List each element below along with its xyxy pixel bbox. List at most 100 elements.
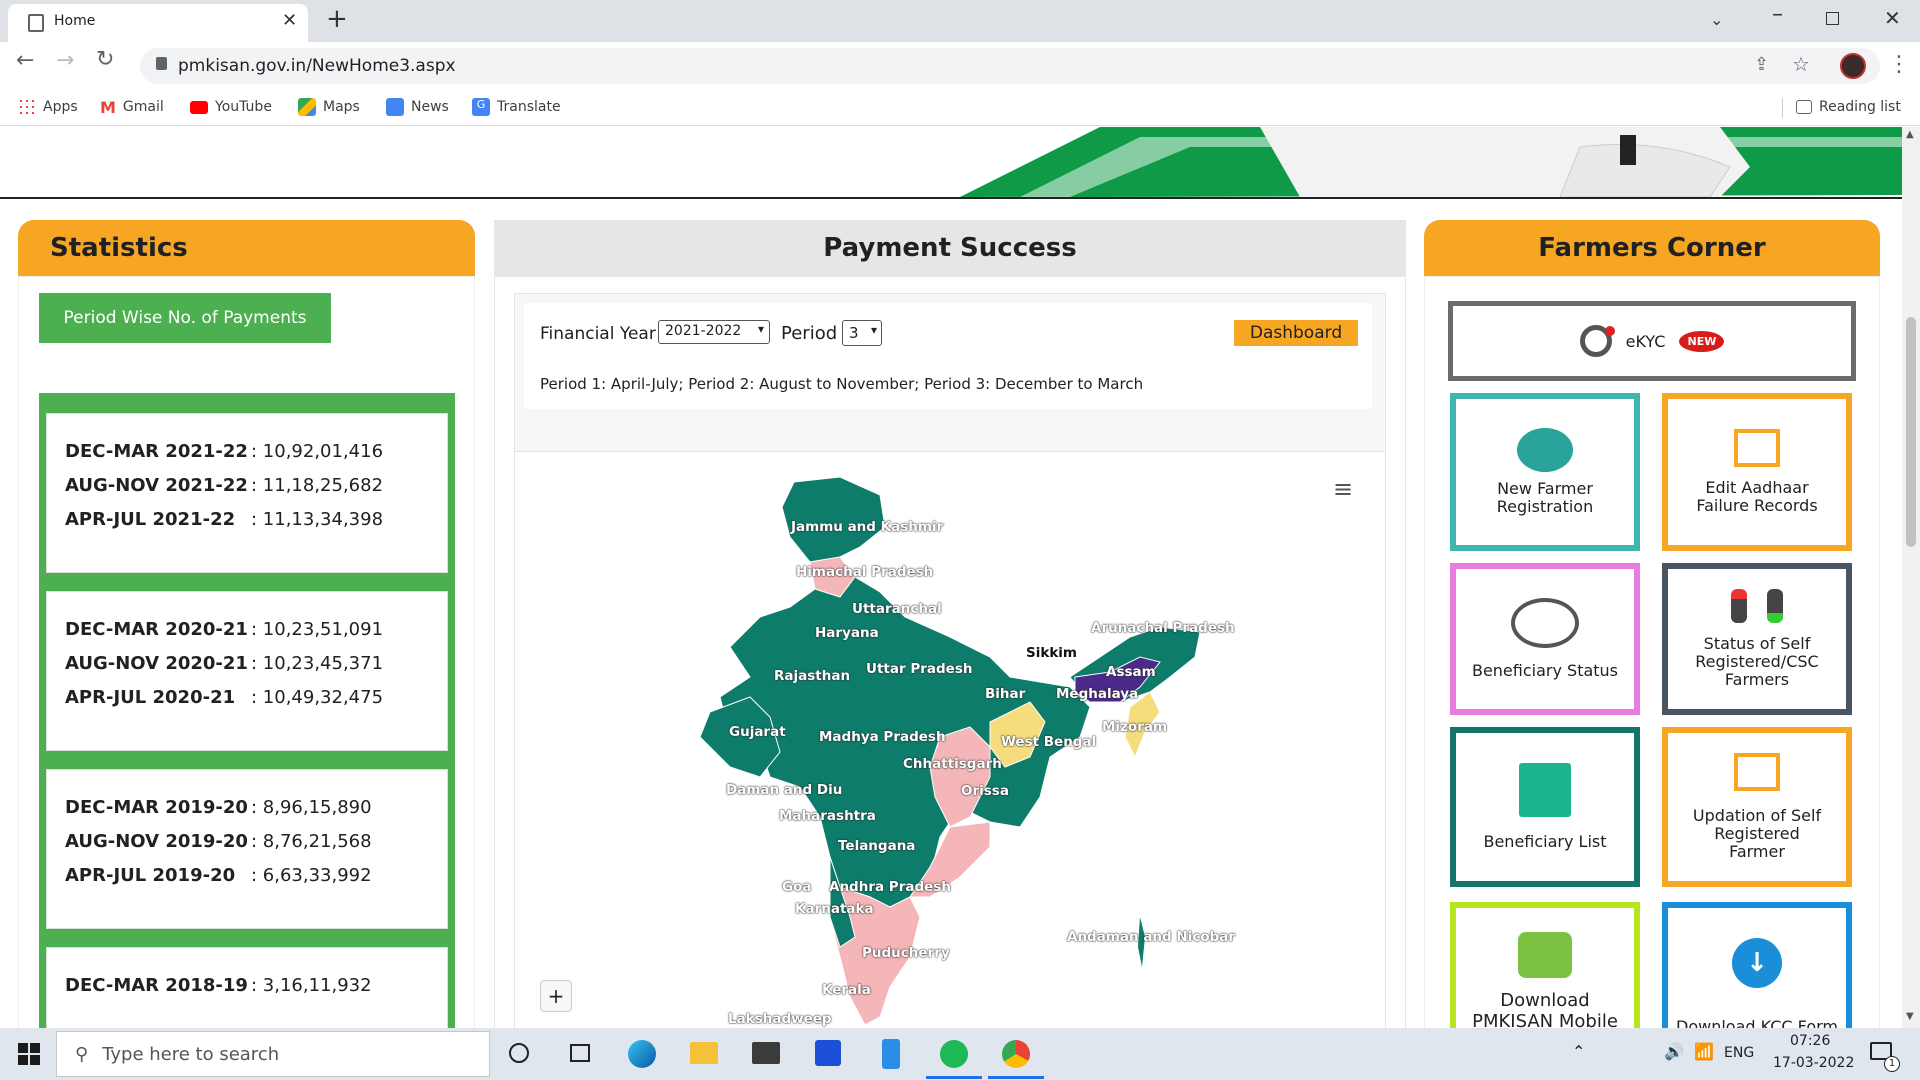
bookmark-translate[interactable]: G Translate [472, 96, 561, 118]
payment-title: Payment Success [823, 233, 1077, 263]
state-label: Kerala [822, 982, 871, 998]
status-self-registered-label: Status of Self Registered/CSC Farmers [1695, 634, 1819, 689]
tab-home[interactable]: Home ✕ [8, 4, 308, 42]
page-scrollbar[interactable]: ▲ ▼ [1902, 127, 1920, 1028]
app-icon[interactable] [815, 1040, 841, 1066]
taskbar-search[interactable]: ⚲ Type here to search [56, 1031, 490, 1077]
close-window-icon[interactable]: ✕ [1884, 6, 1901, 30]
statistics-title: Statistics [50, 233, 188, 263]
windows-start-icon[interactable] [18, 1043, 40, 1065]
state-label: Karnataka [795, 901, 874, 917]
gmail-icon: M [100, 97, 116, 117]
url-text[interactable]: pmkisan.gov.in/NewHome3.aspx [178, 56, 456, 76]
beneficiary-list[interactable]: Beneficiary List [1450, 727, 1640, 887]
stat-value: : 10,23,51,091 [251, 618, 384, 640]
translate-icon: G [472, 98, 490, 116]
bookmark-news[interactable]: News [386, 96, 449, 118]
bookmark-label: Apps [43, 99, 78, 115]
back-icon[interactable]: ← [16, 48, 34, 73]
beneficiary-status[interactable]: Beneficiary Status [1450, 563, 1640, 715]
language-indicator[interactable]: ENG [1724, 1045, 1754, 1061]
scrollbar-thumb[interactable] [1906, 317, 1916, 547]
network-icon[interactable]: 📶 [1694, 1042, 1714, 1061]
state-label: Maharashtra [779, 808, 876, 824]
lock-icon [156, 57, 167, 70]
period-wise-payments-button[interactable]: Period Wise No. of Payments [39, 293, 331, 343]
file-explorer-icon[interactable] [690, 1042, 718, 1064]
chevron-up-icon[interactable]: ⌃ [1572, 1042, 1585, 1061]
chrome-icon[interactable] [1002, 1040, 1030, 1068]
mail-icon[interactable] [752, 1042, 780, 1064]
new-farmer-registration-label: New Farmer Registration [1496, 479, 1594, 516]
ekyc-button[interactable]: eKYC NEW [1448, 301, 1856, 381]
farmers-corner-title: Farmers Corner [1538, 233, 1766, 263]
bookmark-label: Maps [323, 99, 360, 115]
stat-value: : 10,49,32,475 [251, 686, 384, 708]
zoom-in-button[interactable]: + [540, 980, 572, 1012]
forward-icon[interactable]: → [56, 48, 74, 73]
chevron-down-icon: ▾ [870, 323, 877, 337]
bookmark-gmail[interactable]: M Gmail [100, 96, 164, 118]
status-self-registered[interactable]: Status of Self Registered/CSC Farmers [1662, 563, 1852, 715]
period-value: 3 [849, 324, 859, 342]
youtube-icon [190, 100, 208, 114]
updation-self-registered[interactable]: Updation of Self Registered Farmer [1662, 727, 1852, 887]
profile-avatar[interactable] [1840, 53, 1866, 79]
state-label: Goa [782, 879, 812, 895]
download-kcc-form[interactable]: ↓ Download KCC Form [1662, 902, 1852, 1028]
farmers-corner-header: Farmers Corner [1424, 220, 1880, 276]
phone-app-icon[interactable] [882, 1039, 900, 1069]
reload-icon[interactable]: ↻ [96, 47, 114, 72]
notification-count: 1 [1884, 1056, 1900, 1072]
share-icon[interactable]: ⇪ [1754, 54, 1769, 75]
menu-dots-icon[interactable]: ⋮ [1888, 52, 1910, 77]
minimize-icon[interactable]: – [1772, 2, 1783, 27]
beneficiary-status-label: Beneficiary Status [1471, 661, 1619, 680]
task-view-icon[interactable] [509, 1043, 529, 1063]
state-label: Daman and Diu [726, 782, 843, 798]
widgets-icon[interactable] [570, 1044, 590, 1062]
scroll-down-icon[interactable]: ▼ [1906, 1011, 1914, 1022]
reading-list[interactable]: Reading list [1796, 96, 1901, 118]
tab-strip: Home ✕ + ⌄ – ✕ [0, 0, 1920, 42]
edit-icon [1734, 429, 1780, 467]
restore-icon[interactable] [1826, 12, 1839, 25]
state-label: Haryana [815, 625, 879, 641]
clock-date[interactable]: 17-03-2022 [1773, 1055, 1854, 1071]
spotify-icon[interactable] [940, 1040, 968, 1068]
new-farmer-registration[interactable]: New Farmer Registration [1450, 393, 1640, 551]
period-select[interactable]: 3 ▾ [842, 320, 882, 346]
address-bar[interactable]: pmkisan.gov.in/NewHome3.aspx ⇪ ☆ [140, 48, 1880, 84]
traffic-light-icon [1731, 589, 1783, 623]
edit-aadhaar-failure-records[interactable]: Edit Aadhaar Failure Records [1662, 393, 1852, 551]
stat-period: AUG-NOV 2020-21 [65, 652, 248, 674]
bookmark-youtube[interactable]: YouTube [190, 96, 272, 118]
stat-period: APR-JUL 2019-20 [65, 864, 236, 886]
state-label: Meghalaya [1056, 686, 1139, 702]
download-pmkisan-mobile[interactable]: Download PMKISAN Mobile [1450, 902, 1640, 1028]
stat-period: AUG-NOV 2019-20 [65, 830, 248, 852]
bookmark-maps[interactable]: Maps [298, 96, 360, 118]
stat-group: DEC-MAR 2019-20: 8,96,15,890 AUG-NOV 201… [46, 769, 448, 929]
volume-icon[interactable]: 🔊 [1664, 1042, 1684, 1061]
edge-icon[interactable] [628, 1040, 656, 1068]
scroll-up-icon[interactable]: ▲ [1906, 129, 1914, 140]
dashboard-button[interactable]: Dashboard [1234, 320, 1358, 346]
stat-row: DEC-MAR 2021-22: 10,92,01,416 [65, 434, 447, 468]
bookmark-apps[interactable]: Apps [18, 96, 78, 118]
financial-year-select[interactable]: 2021-2022 ▾ [658, 320, 770, 344]
tab-search-icon[interactable]: ⌄ [1710, 10, 1723, 29]
clock-time[interactable]: 07:26 [1790, 1033, 1830, 1049]
state-label: Andhra Pradesh [829, 879, 951, 895]
bookmark-label: News [411, 99, 449, 115]
new-tab-icon[interactable]: + [326, 4, 348, 34]
pmkisan-logo-icon [1518, 932, 1572, 978]
stat-row: APR-JUL 2021-22: 11,13,34,398 [65, 502, 447, 536]
chart-menu-icon[interactable]: ≡ [1333, 475, 1353, 503]
stat-period: DEC-MAR 2021-22 [65, 440, 248, 462]
star-icon[interactable]: ☆ [1792, 52, 1810, 76]
close-tab-icon[interactable]: ✕ [282, 10, 297, 31]
period-label: Period [781, 323, 838, 344]
period-note: Period 1: April-July; Period 2: August t… [540, 375, 1144, 393]
bookmark-label: YouTube [215, 99, 272, 115]
